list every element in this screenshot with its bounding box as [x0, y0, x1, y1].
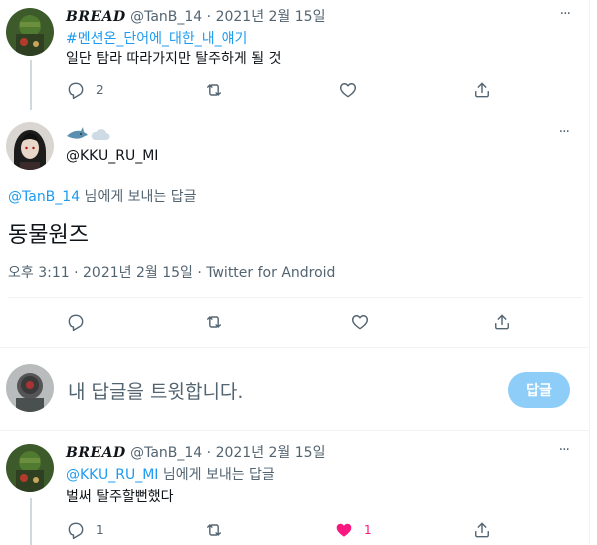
tweet-text: 일단 탐라 따라가지만 탈주하게 될 것	[66, 51, 282, 67]
retweet-icon	[207, 316, 221, 328]
reply-button[interactable]	[66, 312, 86, 332]
share-button[interactable]	[472, 80, 492, 100]
tweet-parent[interactable]: 𝑩𝑹𝑬𝑨𝑫 @TanB_14 · 2021년 2월 15일 ··· #멘션온_단…	[0, 0, 590, 110]
share-icon	[475, 82, 489, 98]
heart-filled-icon	[336, 523, 352, 537]
retweet-icon	[207, 524, 221, 536]
tweet-actions: 1 1	[0, 520, 590, 542]
author-handle[interactable]: @KKU_RU_MI	[66, 148, 158, 164]
handle-and-date[interactable]: @TanB_14 · 2021년 2월 15일	[130, 9, 325, 25]
like-button[interactable]	[338, 80, 358, 100]
like-count: 1	[364, 523, 372, 537]
more-options-icon[interactable]: ···	[559, 124, 570, 140]
reply-icon	[68, 82, 84, 100]
retweet-icon	[207, 84, 221, 96]
hashtag-link[interactable]: #멘션온_단어에_대한_내_얘기	[66, 30, 247, 48]
reply-count: 2	[96, 83, 104, 97]
retweet-button[interactable]	[204, 80, 224, 100]
avatar[interactable]	[6, 444, 54, 492]
heart-icon	[351, 315, 369, 330]
retweet-button[interactable]	[204, 312, 224, 332]
avatar[interactable]	[6, 8, 54, 56]
tweet-actions: 2	[0, 80, 590, 102]
reply-count: 1	[96, 523, 104, 537]
reply-icon	[68, 314, 84, 332]
reply-to-handle-link[interactable]: @KKU_RU_MI	[66, 467, 158, 483]
tweet-text-large: 동물원즈	[8, 223, 89, 248]
share-icon	[495, 314, 509, 330]
like-button[interactable]: 1	[334, 520, 372, 540]
reply-context-text: 님에게 보내는 답글	[158, 467, 275, 483]
cloud-emoji-icon	[91, 129, 110, 140]
tweet-text: 벌써 탈주할뻔했다	[66, 489, 174, 505]
retweet-button[interactable]	[204, 520, 224, 540]
avatar[interactable]	[6, 364, 54, 412]
like-button[interactable]	[350, 312, 370, 332]
reply-icon	[68, 522, 84, 540]
reply-button[interactable]: 1	[66, 520, 104, 540]
more-options-icon[interactable]: ···	[560, 6, 571, 22]
timeline-column: 𝑩𝑹𝑬𝑨𝑫 @TanB_14 · 2021년 2월 15일 ··· #멘션온_단…	[0, 0, 590, 545]
share-button[interactable]	[472, 520, 492, 540]
reply-submit-button[interactable]: 답글	[508, 372, 570, 408]
tweet-actions	[0, 312, 590, 334]
avatar[interactable]	[6, 122, 54, 170]
divider	[8, 297, 582, 298]
profile-emoji-group	[66, 126, 110, 142]
divider	[0, 430, 590, 431]
share-button[interactable]	[492, 312, 512, 332]
divider	[0, 347, 590, 348]
reply-to-handle-link[interactable]: @TanB_14	[8, 189, 80, 205]
reply-context: @KKU_RU_MI 님에게 보내는 답글	[66, 466, 275, 484]
reply-context: @TanB_14 님에게 보내는 답글	[8, 188, 197, 206]
handle-and-date[interactable]: @TanB_14 · 2021년 2월 15일	[130, 445, 325, 461]
reply-button[interactable]: 2	[66, 80, 104, 100]
heart-icon	[339, 83, 357, 98]
reply-context-text: 님에게 보내는 답글	[80, 189, 197, 205]
tweet-header: 𝑩𝑹𝑬𝑨𝑫 @TanB_14 · 2021년 2월 15일	[66, 8, 325, 26]
more-options-icon[interactable]: ···	[559, 442, 570, 458]
tweet-timestamp[interactable]: 오후 3:11 · 2021년 2월 15일 · Twitter for And…	[8, 264, 335, 282]
reply-input[interactable]: 내 답글을 트윗합니다.	[68, 377, 243, 404]
tweet-header: 𝑩𝑹𝑬𝑨𝑫 @TanB_14 · 2021년 2월 15일	[66, 444, 325, 462]
display-name[interactable]: 𝑩𝑹𝑬𝑨𝑫	[66, 9, 126, 25]
share-icon	[475, 522, 489, 538]
display-name[interactable]: 𝑩𝑹𝑬𝑨𝑫	[66, 445, 126, 461]
shark-emoji-icon	[67, 127, 88, 139]
